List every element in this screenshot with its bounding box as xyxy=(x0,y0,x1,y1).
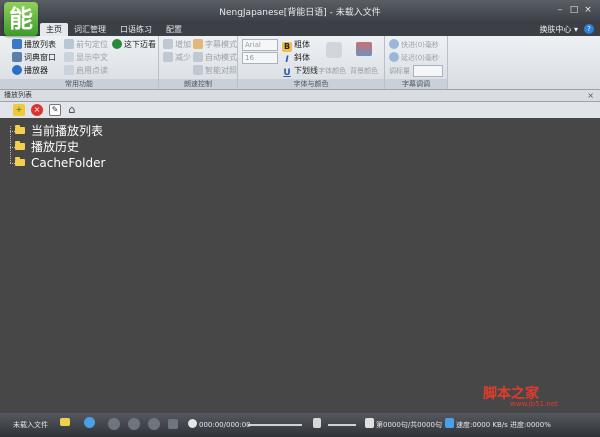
refresh-icon[interactable] xyxy=(84,417,95,428)
ribbon-tabs: 主页 词汇管理 口语练习 配置 换肤中心 ▾ ? xyxy=(0,22,600,36)
playlist-button[interactable]: 播放列表 xyxy=(12,39,56,51)
play-button[interactable] xyxy=(148,418,160,430)
group-font: Arial 16 B 粗体 I 斜体 U 下划线 字体颜色 背景颜色 字体与颜色 xyxy=(238,36,385,89)
group-subtitle: 快进(0)毫秒 延迟(0)毫秒 调标量 字幕调调 xyxy=(385,36,448,89)
underline-button[interactable]: U 下划线 xyxy=(282,65,318,78)
app-window: NengJapanese[背能日语] - 未载入文件 – □ × 能 主页 词汇… xyxy=(0,0,600,437)
italic-icon: I xyxy=(285,55,289,65)
font-size-select[interactable]: 16 xyxy=(242,52,278,64)
panel-title: 播放列表 xyxy=(4,91,32,99)
decrease-speed-button[interactable]: 减少 xyxy=(163,52,191,64)
compare-icon xyxy=(193,65,203,75)
underline-icon: U xyxy=(283,68,291,78)
locate-icon xyxy=(64,39,74,49)
delete-icon[interactable]: × xyxy=(31,104,43,116)
tab-settings[interactable]: 配置 xyxy=(160,23,188,36)
skin-center-menu[interactable]: 换肤中心 ▾ xyxy=(539,23,578,36)
ribbon: 播放列表 前句定位 这下迈看 词典窗口 显示中文 播放器 启用点读 常用功能 增… xyxy=(0,36,600,90)
prev-button[interactable] xyxy=(128,418,140,430)
auto-mode-button[interactable]: 自动模式 xyxy=(193,52,237,64)
sentence-compare-button[interactable]: 智能对照 xyxy=(193,65,237,77)
forward-icon xyxy=(389,39,399,49)
help-icon[interactable]: ? xyxy=(584,24,594,34)
title-bar: NengJapanese[背能日语] - 未载入文件 – □ × xyxy=(0,0,600,22)
edit-icon[interactable]: ✎ xyxy=(49,104,61,116)
new-folder-icon[interactable]: + xyxy=(13,104,25,116)
folder-icon xyxy=(15,157,25,166)
group-common: 播放列表 前句定位 这下迈看 词典窗口 显示中文 播放器 启用点读 常用功能 xyxy=(0,36,159,89)
open-folder-icon[interactable] xyxy=(60,418,70,426)
status-sentence: 第0000句/共0000句 xyxy=(376,421,442,429)
playlist-panel-header: 播放列表 × xyxy=(0,90,600,102)
maximize-button[interactable]: □ xyxy=(568,4,580,16)
player-icon xyxy=(12,65,22,75)
stop-button[interactable] xyxy=(108,418,120,430)
home-icon[interactable]: ⌂ xyxy=(66,104,78,116)
subtitle-mode-button[interactable]: 字幕模式 xyxy=(193,39,237,51)
dictionary-icon xyxy=(12,52,22,62)
status-time: 000:00/000:00 xyxy=(199,421,251,429)
close-button[interactable]: × xyxy=(582,4,594,16)
increase-speed-button[interactable]: 增加 xyxy=(163,39,191,51)
folder-icon xyxy=(15,125,25,134)
next-button[interactable] xyxy=(168,419,178,429)
group-speed: 增加 字幕模式 减少 自动模式 智能对照 朗速控制 xyxy=(159,36,238,89)
tree-item-cache-folder[interactable]: CacheFolder xyxy=(15,155,105,171)
volume-input[interactable] xyxy=(413,65,443,77)
playlist-tree: 当前播放列表 播放历史 CacheFolder xyxy=(0,118,600,413)
tree-item-history[interactable]: 播放历史 xyxy=(15,139,79,155)
prev-sentence-button[interactable]: 前句定位 xyxy=(64,39,108,51)
status-file: 未载入文件 xyxy=(13,421,48,429)
study-button[interactable]: 这下迈看 xyxy=(112,39,156,51)
dict-window-button[interactable]: 词典窗口 xyxy=(12,52,56,64)
font-color-icon xyxy=(326,42,342,58)
tab-vocabulary[interactable]: 词汇管理 xyxy=(68,23,112,36)
bold-icon: B xyxy=(282,42,292,52)
window-title: NengJapanese[背能日语] - 未载入文件 xyxy=(219,8,381,18)
app-logo[interactable]: 能 xyxy=(4,2,38,36)
group-label-common: 常用功能 xyxy=(0,79,158,89)
minus-icon xyxy=(163,52,173,62)
subtitle-mode-icon xyxy=(193,39,203,49)
bold-button[interactable]: B 粗体 xyxy=(282,39,310,52)
chinese-icon xyxy=(64,52,74,62)
watermark-url: www.jb51.net xyxy=(510,400,558,408)
progress-slider[interactable] xyxy=(248,424,302,426)
playlist-toolbar: + × ✎ ⌂ xyxy=(0,102,600,119)
show-chinese-button[interactable]: 显示中文 xyxy=(64,52,108,64)
status-bar: 未载入文件 000:00/000:00 第0000句/共0000句 速度:000… xyxy=(0,413,600,437)
playlist-icon xyxy=(12,39,22,49)
folder-icon xyxy=(15,141,25,150)
panel-close-button[interactable]: × xyxy=(587,90,594,101)
enable-points-button[interactable]: 启用点读 xyxy=(64,65,108,77)
font-name-select[interactable]: Arial xyxy=(242,39,278,51)
volume-label: 调标量 xyxy=(389,67,410,75)
volume-slider[interactable] xyxy=(328,424,356,426)
study-icon xyxy=(112,39,122,49)
status-speed: 速度:0000 KB/s 进度:0000% xyxy=(456,421,551,429)
bg-color-button[interactable]: 背景颜色 xyxy=(350,65,378,77)
font-color-button[interactable]: 字体颜色 xyxy=(318,65,346,77)
point-read-icon xyxy=(64,65,74,75)
tab-home[interactable]: 主页 xyxy=(40,23,68,36)
volume-icon[interactable] xyxy=(313,418,321,428)
bg-color-icon xyxy=(356,42,372,56)
group-label-subtitle: 字幕调调 xyxy=(385,79,447,89)
tab-speaking[interactable]: 口语练习 xyxy=(114,23,158,36)
tree-item-current-playlist[interactable]: 当前播放列表 xyxy=(15,123,103,139)
clock-icon xyxy=(188,419,197,428)
player-button[interactable]: 播放器 xyxy=(12,65,48,77)
italic-button[interactable]: I 斜体 xyxy=(282,52,310,65)
rewind-icon xyxy=(389,52,399,62)
group-label-font: 字体与颜色 xyxy=(238,79,384,89)
auto-mode-icon xyxy=(193,52,203,62)
minimize-button[interactable]: – xyxy=(554,4,566,16)
plus-icon xyxy=(163,39,173,49)
speed-icon xyxy=(445,418,454,428)
rewind-button[interactable]: 延迟(0)毫秒 xyxy=(389,52,439,64)
sentence-icon xyxy=(365,418,374,428)
group-label-speed: 朗速控制 xyxy=(159,79,237,89)
forward-button[interactable]: 快进(0)毫秒 xyxy=(389,39,439,51)
